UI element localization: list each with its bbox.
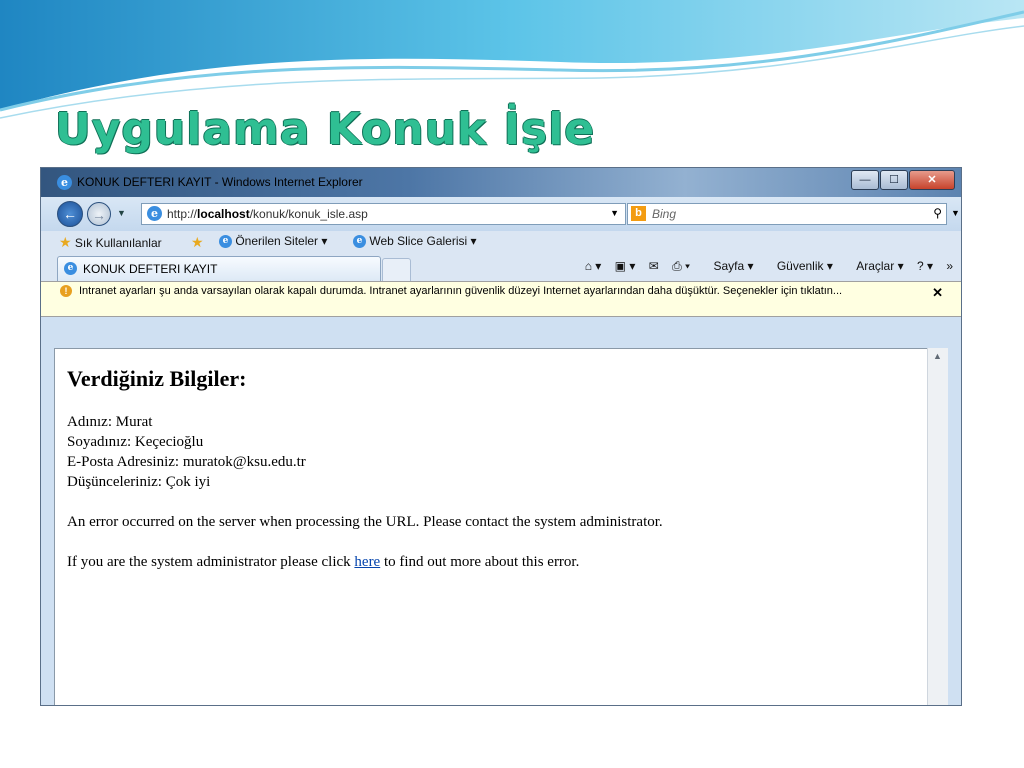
- add-favorite-icon: ★: [191, 234, 204, 250]
- page-icon: e: [147, 206, 162, 221]
- title-bar: e KONUK DEFTERI KAYIT - Windows Internet…: [41, 168, 961, 197]
- address-dropdown-icon[interactable]: ▼: [610, 208, 619, 218]
- slide-title: Uygulama Konuk İşle: [55, 104, 596, 155]
- information-bar[interactable]: ! Intranet ayarları şu anda varsayılan o…: [41, 281, 961, 317]
- search-dropdown-icon[interactable]: ▼: [951, 208, 960, 218]
- thoughts-line: Düşünceleriniz: Çok iyi: [67, 474, 211, 490]
- ie-page-icon: e: [219, 235, 232, 249]
- scroll-up-icon[interactable]: ▲: [933, 351, 942, 361]
- tab-konuk-defteri[interactable]: e KONUK DEFTERI KAYIT: [57, 256, 381, 281]
- tab-label: KONUK DEFTERI KAYIT: [83, 262, 218, 276]
- surname-line: Soyadınız: Keçecioğlu: [67, 434, 204, 450]
- ie-page-icon: e: [353, 235, 366, 249]
- page-content: Verdiğiniz Bilgiler: Adınız: Murat Soyad…: [54, 348, 929, 705]
- window-title: KONUK DEFTERI KAYIT - Windows Internet E…: [77, 175, 363, 189]
- print-icon[interactable]: ⎙ ▾: [672, 259, 690, 273]
- information-bar-text[interactable]: Intranet ayarları şu anda varsayılan ola…: [79, 284, 919, 298]
- add-favorite-button[interactable]: ★: [191, 234, 204, 251]
- favorites-bar: ★ Sık Kullanılanlar ★ e Önerilen Siteler…: [41, 231, 961, 253]
- new-tab-button[interactable]: [382, 258, 411, 282]
- browser-window: e KONUK DEFTERI KAYIT - Windows Internet…: [40, 167, 962, 706]
- minimize-button[interactable]: —: [851, 170, 879, 190]
- feeds-icon[interactable]: ▣ ▾: [615, 259, 636, 273]
- web-slice-gallery-link[interactable]: e Web Slice Galerisi ▾: [353, 234, 477, 249]
- search-icon[interactable]: ⚲: [933, 206, 942, 220]
- help-icon[interactable]: ? ▾: [917, 259, 933, 273]
- navigation-bar: ← → ▼ e http://localhost/konuk/konuk_isl…: [41, 197, 961, 231]
- suggested-sites-link[interactable]: e Önerilen Siteler ▾: [219, 234, 327, 249]
- ie-page-icon: e: [64, 262, 77, 275]
- tab-bar: e KONUK DEFTERI KAYIT ⌂ ▾ ▣ ▾ ✉ ⎙ ▾ Sayf…: [41, 253, 961, 282]
- close-icon[interactable]: ✕: [932, 285, 943, 301]
- email-line: E-Posta Adresiniz: muratok@ksu.edu.tr: [67, 454, 306, 470]
- chevron-more-icon[interactable]: »: [946, 259, 953, 273]
- forward-button[interactable]: →: [87, 202, 111, 226]
- address-bar[interactable]: e http://localhost/konuk/konuk_isle.asp …: [141, 203, 626, 225]
- close-button[interactable]: ✕: [909, 170, 955, 190]
- warning-shield-icon: !: [60, 285, 72, 297]
- maximize-button[interactable]: ☐: [880, 170, 908, 190]
- star-icon: ★: [59, 234, 72, 250]
- page-heading: Verdiğiniz Bilgiler:: [67, 366, 247, 391]
- ie-logo-icon: e: [57, 175, 72, 190]
- bing-logo-icon: b: [631, 206, 646, 221]
- back-button[interactable]: ←: [57, 201, 83, 227]
- vertical-scrollbar[interactable]: ▲: [927, 348, 948, 705]
- search-box[interactable]: b Bing ⚲: [627, 203, 947, 225]
- window-controls: — ☐ ✕: [850, 170, 955, 190]
- command-bar: ⌂ ▾ ▣ ▾ ✉ ⎙ ▾ Sayfa ▾ Güvenlik ▾ Araçlar…: [575, 259, 953, 274]
- safety-menu[interactable]: Güvenlik ▾: [767, 259, 833, 273]
- tools-menu[interactable]: Araçlar ▾: [846, 259, 903, 273]
- name-line: Adınız: Murat: [67, 414, 153, 430]
- admin-message: If you are the system administrator plea…: [67, 554, 580, 570]
- history-dropdown-icon[interactable]: ▼: [117, 208, 126, 218]
- address-url[interactable]: http://localhost/konuk/konuk_isle.asp: [167, 207, 368, 221]
- mail-icon[interactable]: ✉: [649, 259, 659, 273]
- page-menu[interactable]: Sayfa ▾: [703, 259, 753, 273]
- error-message: An error occurred on the server when pro…: [67, 514, 663, 530]
- home-icon[interactable]: ⌂ ▾: [585, 259, 602, 273]
- here-link[interactable]: here: [354, 554, 380, 570]
- search-placeholder: Bing: [652, 207, 677, 221]
- favorites-button[interactable]: ★ Sık Kullanılanlar: [59, 234, 162, 251]
